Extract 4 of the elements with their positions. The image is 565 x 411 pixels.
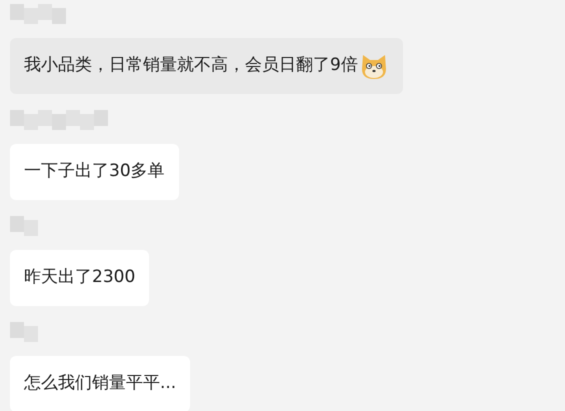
- message-text: 怎么我们销量平平...: [24, 372, 176, 396]
- message-text: 昨天出了2300: [24, 266, 136, 290]
- message-text: 一下子出了30多单: [24, 160, 165, 184]
- message-text: 我小品类，日常销量就不高，会员日翻了9倍: [24, 54, 358, 78]
